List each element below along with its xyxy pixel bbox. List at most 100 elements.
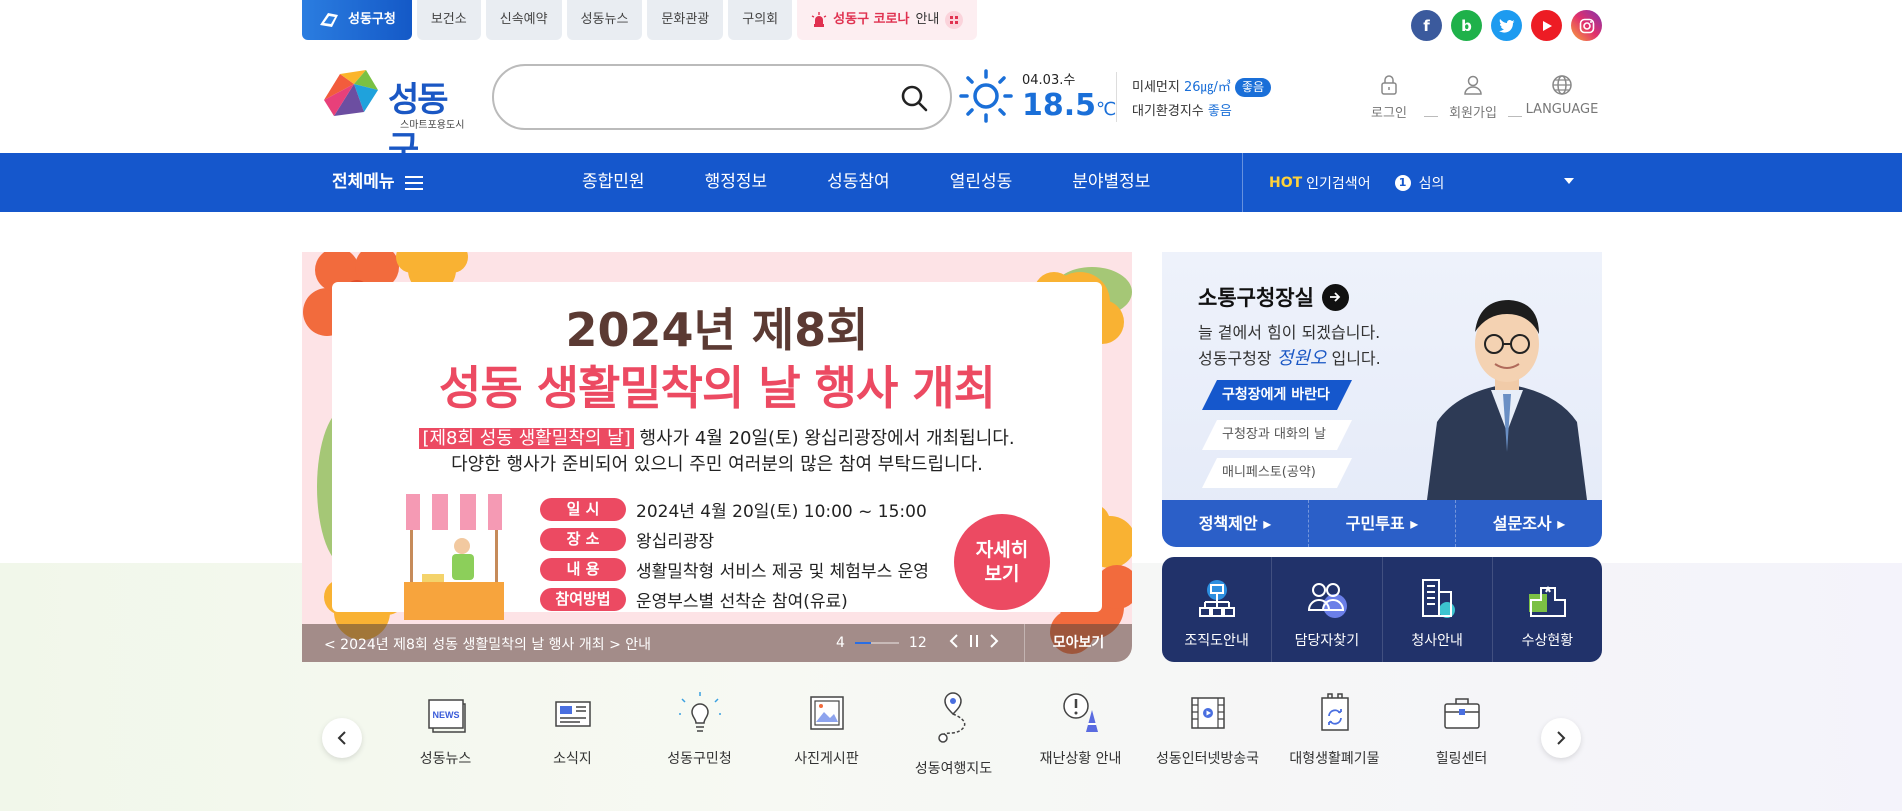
prev-icons-button[interactable]: [322, 718, 362, 758]
slide-current: 4: [836, 635, 845, 651]
air-index-value: 좋음: [1207, 104, 1232, 119]
all-menu-button[interactable]: 전체메뉴: [332, 153, 423, 212]
search-icon[interactable]: [900, 84, 928, 116]
logo-subtitle: 스마트포용도시: [400, 120, 465, 131]
hot-label: HOT: [1269, 174, 1303, 191]
tab-culture-tourism[interactable]: 문화관광: [647, 0, 724, 40]
dialogue-day-button[interactable]: 구청장과 대화의 날: [1202, 420, 1352, 450]
hot-keyword: 심의: [1418, 175, 1445, 192]
award-icon: [1529, 585, 1567, 617]
service-healing-center[interactable]: 힐링센터: [1398, 692, 1525, 778]
view-all-button[interactable]: 모아보기: [1024, 624, 1132, 662]
service-newsletter[interactable]: 소식지: [509, 692, 636, 778]
request-to-mayor-button[interactable]: 구청장에게 바란다: [1202, 380, 1352, 410]
service-bulky-waste[interactable]: 대형생활폐기물: [1271, 692, 1398, 778]
service-internet-broadcast[interactable]: 성동인터넷방송국: [1144, 692, 1271, 778]
sun-icon: [959, 69, 1013, 123]
banner-title-event: 성동 생활밀착의 날 행사 개최: [439, 361, 996, 415]
nav-item-participation[interactable]: 성동참여: [797, 153, 920, 212]
newsletter-icon: [554, 701, 591, 727]
map-icon: [937, 692, 965, 743]
dust-status-badge: 좋음: [1234, 78, 1272, 97]
dust-value: 26㎍/㎥: [1183, 80, 1231, 95]
sns-links: f b: [1411, 10, 1602, 41]
dropdown-caret-icon[interactable]: [1564, 178, 1574, 184]
slide-progress: [854, 642, 899, 644]
instagram-icon[interactable]: [1571, 10, 1602, 41]
news-icon: NEWS: [427, 699, 466, 733]
banner-caption: < 2024년 제8회 성동 생활밀착의 날 행사 개최 > 안내: [324, 637, 652, 653]
bulb-icon: [678, 692, 721, 732]
mayor-office-link[interactable]: 소통구청장실: [1198, 282, 1349, 312]
banner-description-2: 다양한 행사가 준비되어 있으니 주민 여러분의 많은 참여 부탁드립니다.: [451, 454, 983, 475]
banner-controls: < 2024년 제8회 성동 생활밀착의 날 행사 개최 > 안내 4 12 모…: [302, 624, 1132, 662]
air-quality: 미세먼지 26㎍/㎥ 좋음 대기환경지수 좋음: [1132, 76, 1272, 124]
search-input[interactable]: [514, 78, 874, 116]
policy-proposal-link[interactable]: 정책제안 ▸: [1162, 500, 1309, 547]
facebook-icon[interactable]: f: [1411, 10, 1442, 41]
corona-label: 성동구 코로나: [833, 12, 910, 27]
lock-icon: [1381, 75, 1397, 95]
next-icons-button[interactable]: [1541, 718, 1581, 758]
banner-row-place: 장 소 왕십리광장: [540, 527, 714, 552]
service-disaster-info[interactable]: 재난상황 안내: [1017, 692, 1144, 778]
util-dash: [1508, 116, 1522, 117]
service-citizen-hall[interactable]: 성동구민청: [636, 692, 763, 778]
tab-seongdong-office[interactable]: 성동구청: [302, 0, 412, 40]
video-icon: [1190, 697, 1225, 729]
language-link[interactable]: LANGUAGE: [1522, 74, 1602, 117]
tab-district-council[interactable]: 구의회: [728, 0, 793, 40]
chevron-right-icon: [1557, 731, 1566, 745]
org-chart-link[interactable]: 조직도안내: [1162, 557, 1273, 662]
dust-label: 미세먼지: [1132, 80, 1180, 95]
main-banner[interactable]: 2024년 제8회 성동 생활밀착의 날 행사 개최 [제8회 성동 생활밀착의…: [302, 252, 1132, 662]
banner-row-content: 내 용 생활밀착형 서비스 제공 및 체험부스 운영: [540, 557, 929, 582]
next-slide-icon[interactable]: [989, 634, 999, 652]
manifesto-button[interactable]: 매니페스토(공약): [1202, 458, 1352, 488]
pause-icon[interactable]: [969, 634, 979, 652]
tab-health-center[interactable]: 보건소: [416, 0, 481, 40]
banner-description-1: [제8회 성동 생활밀착의 날] 행사가 4월 20일(토) 왕십리광장에서 개…: [302, 424, 1132, 450]
banner-row-date: 일 시 2024년 4월 20일(토) 10:00 ~ 15:00: [540, 497, 927, 522]
find-staff-link[interactable]: 담당자찾기: [1272, 557, 1383, 662]
grid-icon: [945, 11, 964, 29]
service-photo-board[interactable]: 사진게시판: [763, 692, 890, 778]
people-icon: [1307, 583, 1347, 618]
main-navigation: 전체메뉴 종합민원 행정정보 성동참여 열린성동 분야별정보 HOT 인기검색어…: [0, 153, 1902, 212]
mayor-photo: [1427, 300, 1587, 500]
tab-quick-reservation[interactable]: 신속예약: [485, 0, 562, 40]
corona-info-label: 안내: [915, 12, 940, 27]
blog-icon[interactable]: b: [1451, 10, 1482, 41]
building-info-link[interactable]: 청사안내: [1383, 557, 1493, 662]
awards-link[interactable]: 수상현황: [1493, 557, 1602, 662]
login-link[interactable]: 로그인: [1354, 74, 1424, 121]
tab-corona-info[interactable]: 성동구 코로나 안내: [797, 0, 978, 40]
hot-text: 인기검색어: [1306, 175, 1371, 192]
hot-keywords[interactable]: HOT 인기검색어 1 심의: [1242, 153, 1602, 212]
resident-vote-link[interactable]: 구민투표 ▸: [1309, 500, 1456, 547]
prev-slide-icon[interactable]: [949, 634, 959, 652]
photo-icon: [809, 696, 844, 730]
nav-item-civil-service[interactable]: 종합민원: [552, 153, 675, 212]
slider-pagination: 4 12: [836, 634, 999, 652]
tab-seongdong-news[interactable]: 성동뉴스: [566, 0, 643, 40]
detail-button[interactable]: 자세히 보기: [954, 514, 1050, 610]
divider: [1116, 72, 1117, 122]
service-travel-map[interactable]: 성동여행지도: [890, 692, 1017, 778]
user-icon: [1464, 75, 1482, 95]
nav-item-field-info[interactable]: 분야별정보: [1042, 153, 1180, 212]
util-dash: [1424, 116, 1438, 117]
logo-mark-icon: [324, 70, 378, 116]
weather-date: 04.03.수: [1022, 73, 1076, 88]
service-seongdong-news[interactable]: NEWS 성동뉴스: [382, 692, 509, 778]
join-link[interactable]: 회원가입: [1438, 74, 1508, 121]
building-logo-icon: [320, 13, 338, 27]
site-logo[interactable]: 성동구 스마트포용도시: [320, 66, 470, 169]
weather-widget: 04.03.수 18.5℃: [958, 64, 1123, 132]
recycle-icon: [1320, 693, 1349, 731]
nav-item-open-seongdong[interactable]: 열린성동: [920, 153, 1043, 212]
twitter-icon[interactable]: [1491, 10, 1522, 41]
survey-link[interactable]: 설문조사 ▸: [1456, 500, 1602, 547]
youtube-icon[interactable]: [1531, 10, 1562, 41]
nav-item-admin-info[interactable]: 행정정보: [675, 153, 798, 212]
